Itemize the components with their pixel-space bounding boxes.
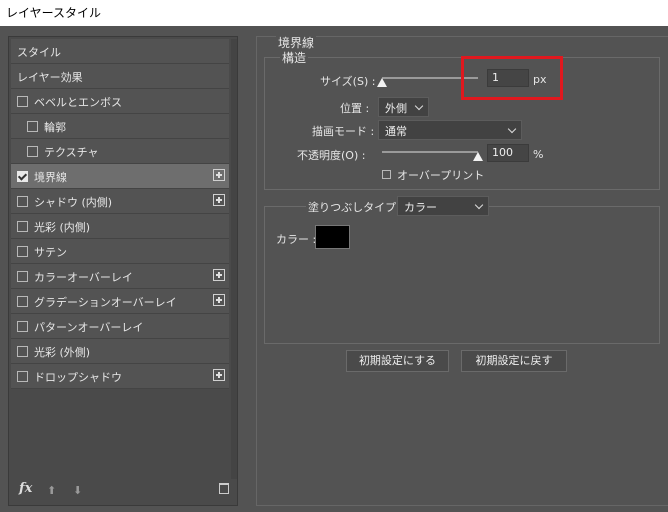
style-item[interactable]: 輪郭 <box>11 114 229 139</box>
fx-button[interactable]: fx <box>19 481 32 496</box>
chevron-down-icon <box>507 124 517 134</box>
make-default-button[interactable]: 初期設定にする <box>346 350 449 372</box>
arrow-down-icon[interactable]: ⬇ <box>73 484 82 497</box>
chevron-down-icon <box>474 200 484 210</box>
style-item-checkbox[interactable] <box>17 371 28 382</box>
opacity-slider-track[interactable] <box>382 151 478 153</box>
style-list-footer: fx ⬆ ⬇ <box>9 481 237 501</box>
style-item-checkbox[interactable] <box>17 271 28 282</box>
style-item[interactable]: レイヤー効果 <box>11 64 229 89</box>
style-item-checkbox[interactable] <box>17 321 28 332</box>
blend-mode-select[interactable]: 通常 <box>378 120 522 140</box>
style-item[interactable]: テクスチャ <box>11 139 229 164</box>
window-titlebar: レイヤースタイル <box>0 0 668 26</box>
style-list-scrollbar[interactable] <box>231 39 237 479</box>
size-slider-thumb[interactable] <box>377 78 387 87</box>
style-item-checkbox[interactable] <box>17 196 28 207</box>
opacity-label: 不透明度(O) : <box>297 149 366 162</box>
arrow-up-icon[interactable]: ⬆ <box>47 484 56 497</box>
style-item-label: ベベルとエンボス <box>34 96 122 109</box>
style-item[interactable]: カラーオーバーレイ <box>11 264 229 289</box>
reset-default-button[interactable]: 初期設定に戻す <box>461 350 567 372</box>
style-list-panel: スタイルレイヤー効果ベベルとエンボス輪郭テクスチャ境界線シャドウ (内側) 光彩 … <box>8 36 238 506</box>
window-title: レイヤースタイル <box>6 6 102 20</box>
color-swatch[interactable] <box>315 225 350 249</box>
highlight-box <box>461 56 563 100</box>
overprint-checkbox[interactable] <box>382 170 391 179</box>
position-select[interactable]: 外側 <box>378 97 429 117</box>
style-item-label: 輪郭 <box>44 121 66 134</box>
style-item-label: スタイル <box>17 46 61 59</box>
opacity-unit: % <box>533 148 544 161</box>
style-item-label: レイヤー効果 <box>17 71 83 84</box>
style-item[interactable]: パターンオーバーレイ <box>11 314 229 339</box>
add-effect-icon[interactable] <box>213 169 225 181</box>
chevron-down-icon <box>414 101 424 111</box>
opacity-slider-thumb[interactable] <box>473 152 483 161</box>
add-effect-icon[interactable] <box>213 294 225 306</box>
style-item[interactable]: ドロップシャドウ <box>11 364 229 389</box>
style-item-label: 光彩 (内側) <box>34 221 91 234</box>
style-item[interactable]: 光彩 (内側) <box>11 214 229 239</box>
style-item[interactable]: グラデーションオーバーレイ <box>11 289 229 314</box>
style-item[interactable]: 光彩 (外側) <box>11 339 229 364</box>
size-label: サイズ(S) : <box>320 75 376 88</box>
style-item-checkbox[interactable] <box>17 96 28 107</box>
style-item-label: カラーオーバーレイ <box>34 271 133 284</box>
structure-legend: 構造 <box>280 49 309 66</box>
style-item-checkbox[interactable] <box>17 346 28 357</box>
blend-mode-value: 通常 <box>385 125 407 138</box>
style-item-checkbox[interactable] <box>27 121 38 132</box>
style-item[interactable]: ベベルとエンボス <box>11 89 229 114</box>
style-list: スタイルレイヤー効果ベベルとエンボス輪郭テクスチャ境界線シャドウ (内側) 光彩 … <box>11 39 229 389</box>
style-item-label: パターンオーバーレイ <box>34 321 144 334</box>
opacity-input[interactable]: 100 <box>487 144 529 162</box>
style-item-checkbox[interactable] <box>17 296 28 307</box>
fill-type-label: 塗りつぶしタイプ : <box>306 199 406 215</box>
add-effect-icon[interactable] <box>213 369 225 381</box>
overprint-label: オーバープリント <box>397 169 485 182</box>
fill-type-select[interactable]: カラー <box>397 196 489 216</box>
style-item-checkbox[interactable] <box>17 171 28 182</box>
style-item-checkbox[interactable] <box>17 246 28 257</box>
style-item-label: テクスチャ <box>44 146 99 159</box>
trash-icon[interactable] <box>219 483 229 494</box>
style-item-label: 光彩 (外側) <box>34 346 91 359</box>
position-label: 位置 : <box>340 102 370 115</box>
blend-mode-label: 描画モード : <box>312 125 375 138</box>
style-item-label: ドロップシャドウ <box>34 371 122 384</box>
style-item-checkbox[interactable] <box>27 146 38 157</box>
color-label: カラー : <box>276 233 317 246</box>
add-effect-icon[interactable] <box>213 194 225 206</box>
style-item[interactable]: サテン <box>11 239 229 264</box>
add-effect-icon[interactable] <box>213 269 225 281</box>
style-item[interactable]: 境界線 <box>11 164 229 189</box>
style-item[interactable]: スタイル <box>11 39 229 64</box>
style-item-checkbox[interactable] <box>17 221 28 232</box>
style-item-label: グラデーションオーバーレイ <box>34 296 177 309</box>
style-item[interactable]: シャドウ (内側) <box>11 189 229 214</box>
style-item-label: サテン <box>34 246 67 259</box>
style-item-label: 境界線 <box>34 171 67 184</box>
style-item-label: シャドウ (内側) <box>34 196 113 209</box>
position-value: 外側 <box>385 102 407 115</box>
fill-type-value: カラー <box>404 201 437 214</box>
